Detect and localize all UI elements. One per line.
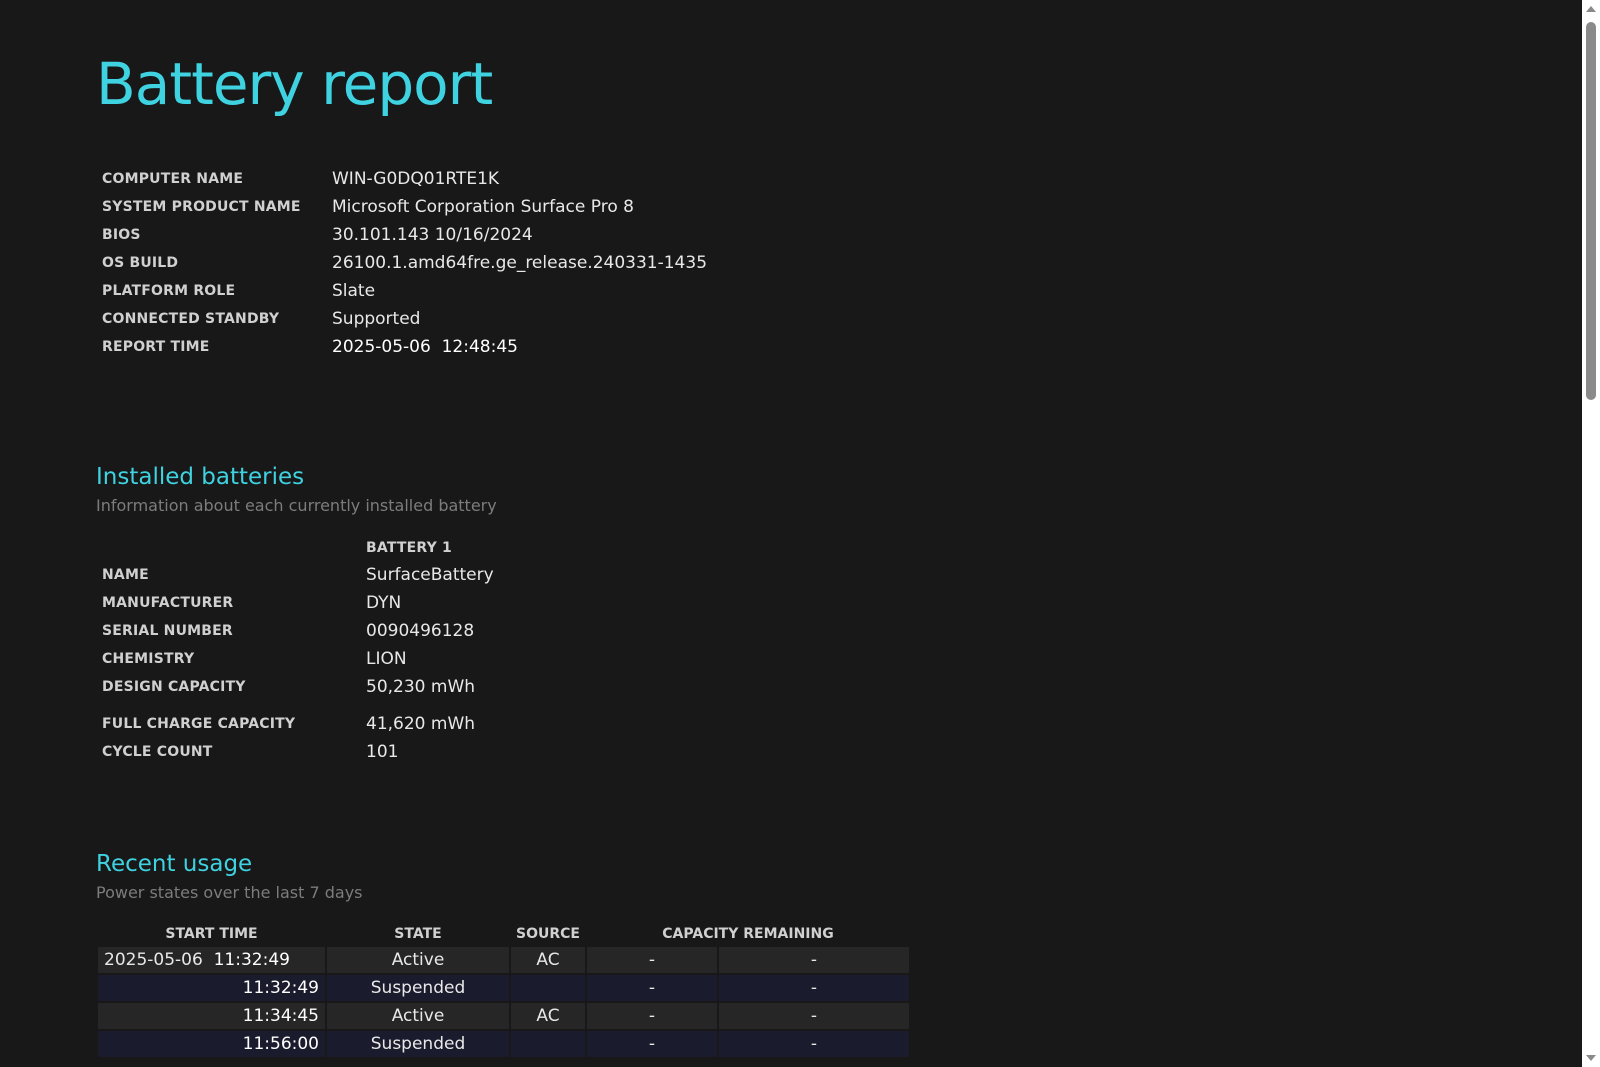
source-cell — [511, 1031, 585, 1057]
info-row-bios: BIOS 30.101.143 10/16/2024 — [96, 221, 713, 249]
capacity-mwh-cell: - — [719, 1003, 909, 1029]
info-value: Microsoft Corporation Surface Pro 8 — [332, 197, 634, 217]
info-label: SYSTEM PRODUCT NAME — [102, 199, 301, 215]
battery-value: 41,620 mWh — [366, 714, 476, 734]
info-value: 26100.1.amd64fre.ge_release.240331-1435 — [332, 253, 708, 273]
battery-column-header: BATTERY 1 — [366, 540, 452, 556]
info-value: 30.101.143 10/16/2024 — [332, 225, 533, 245]
battery-value: DYN — [366, 593, 402, 613]
info-label: OS BUILD — [102, 255, 179, 271]
source-cell: AC — [511, 947, 585, 973]
start-time: 11:56:00 — [242, 1034, 319, 1054]
start-time-cell: 11:34:45 — [98, 1003, 325, 1029]
system-info-table: COMPUTER NAME WIN-G0DQ01RTE1K SYSTEM PRO… — [96, 165, 713, 361]
state-cell: Suspended — [327, 975, 509, 1001]
start-time-cell: 11:56:00 — [98, 1031, 325, 1057]
start-time: 11:32:49 — [242, 978, 319, 998]
capacity-percent-cell: - — [587, 947, 717, 973]
start-time: 11:32:49 — [213, 950, 290, 970]
header-state: STATE — [394, 926, 442, 942]
info-row-platform-role: PLATFORM ROLE Slate — [96, 277, 713, 305]
battery-value: 50,230 mWh — [366, 677, 476, 697]
header-source: SOURCE — [516, 926, 580, 942]
recent-usage-subtitle: Power states over the last 7 days — [96, 883, 363, 902]
battery-row: DESIGN CAPACITY 50,230 mWh — [96, 673, 624, 701]
table-row: 11:32:49 Suspended - - — [98, 975, 909, 1001]
page-title: Battery report — [96, 50, 493, 118]
info-row-report-time: REPORT TIME 2025-05-06 12:48:45 — [96, 333, 713, 361]
header-capacity-remaining: CAPACITY REMAINING — [662, 926, 834, 942]
battery-value: 101 — [366, 742, 399, 762]
battery-value: SurfaceBattery — [366, 565, 494, 585]
battery-value: LION — [366, 649, 407, 669]
battery-label: CHEMISTRY — [102, 651, 195, 667]
info-value: Slate — [332, 281, 376, 301]
table-row: 11:34:45 Active AC - - — [98, 1003, 909, 1029]
capacity-mwh-cell: - — [719, 947, 909, 973]
start-date: 2025-05-06 — [104, 950, 203, 970]
battery-header-row: BATTERY 1 — [96, 535, 624, 561]
state-cell: Active — [327, 1003, 509, 1029]
scrollbar-thumb[interactable] — [1586, 22, 1596, 400]
installed-batteries-table: BATTERY 1 NAME SurfaceBattery MANUFACTUR… — [96, 535, 624, 766]
table-row: 2025-05-06 11:32:49 Active AC - - — [98, 947, 909, 973]
battery-row: CHEMISTRY LION — [96, 645, 624, 673]
header-start-time: START TIME — [165, 926, 258, 942]
info-label: CONNECTED STANDBY — [102, 311, 280, 327]
source-cell: AC — [511, 1003, 585, 1029]
info-row-connected-standby: CONNECTED STANDBY Supported — [96, 305, 713, 333]
scroll-down-arrow-icon[interactable] — [1586, 1055, 1596, 1061]
state-cell: Active — [327, 947, 509, 973]
battery-report-page: Battery report COMPUTER NAME WIN-G0DQ01R… — [0, 0, 1582, 1067]
battery-row: CYCLE COUNT 101 — [96, 738, 624, 766]
capacity-percent-cell: - — [587, 1003, 717, 1029]
battery-row: SERIAL NUMBER 0090496128 — [96, 617, 624, 645]
recent-usage-table: START TIME STATE SOURCE CAPACITY REMAINI… — [96, 921, 911, 1059]
state-cell: Suspended — [327, 1031, 509, 1057]
battery-label: DESIGN CAPACITY — [102, 679, 246, 695]
battery-row: MANUFACTURER DYN — [96, 589, 624, 617]
capacity-percent-cell: - — [587, 975, 717, 1001]
table-row: 11:56:00 Suspended - - — [98, 1031, 909, 1057]
info-value: 2025-05-06 12:48:45 — [332, 337, 518, 357]
info-row-computer-name: COMPUTER NAME WIN-G0DQ01RTE1K — [96, 165, 713, 193]
start-time-cell: 2025-05-06 11:32:49 — [98, 947, 325, 973]
installed-batteries-subtitle: Information about each currently install… — [96, 496, 497, 515]
info-label: PLATFORM ROLE — [102, 283, 236, 299]
info-row-os-build: OS BUILD 26100.1.amd64fre.ge_release.240… — [96, 249, 713, 277]
battery-label: MANUFACTURER — [102, 595, 234, 611]
capacity-mwh-cell: - — [719, 1031, 909, 1057]
battery-row: FULL CHARGE CAPACITY 41,620 mWh — [96, 710, 624, 738]
capacity-percent-cell: - — [587, 1031, 717, 1057]
battery-label: SERIAL NUMBER — [102, 623, 233, 639]
info-label: REPORT TIME — [102, 339, 210, 355]
battery-label: CYCLE COUNT — [102, 744, 213, 760]
capacity-mwh-cell: - — [719, 975, 909, 1001]
info-label: BIOS — [102, 227, 141, 243]
info-value: Supported — [332, 309, 421, 329]
info-value: WIN-G0DQ01RTE1K — [332, 169, 500, 189]
info-row-system-product-name: SYSTEM PRODUCT NAME Microsoft Corporatio… — [96, 193, 713, 221]
source-cell — [511, 975, 585, 1001]
installed-batteries-title: Installed batteries — [96, 464, 305, 490]
info-label: COMPUTER NAME — [102, 171, 244, 187]
recent-usage-title: Recent usage — [96, 851, 253, 877]
vertical-scrollbar[interactable] — [1582, 0, 1600, 1067]
start-time-cell: 11:32:49 — [98, 975, 325, 1001]
usage-header-row: START TIME STATE SOURCE CAPACITY REMAINI… — [98, 923, 909, 945]
scroll-up-arrow-icon[interactable] — [1586, 6, 1596, 12]
battery-label: NAME — [102, 567, 149, 583]
battery-label: FULL CHARGE CAPACITY — [102, 716, 296, 732]
battery-value: 0090496128 — [366, 621, 475, 641]
start-time: 11:34:45 — [242, 1006, 319, 1026]
battery-row: NAME SurfaceBattery — [96, 561, 624, 589]
